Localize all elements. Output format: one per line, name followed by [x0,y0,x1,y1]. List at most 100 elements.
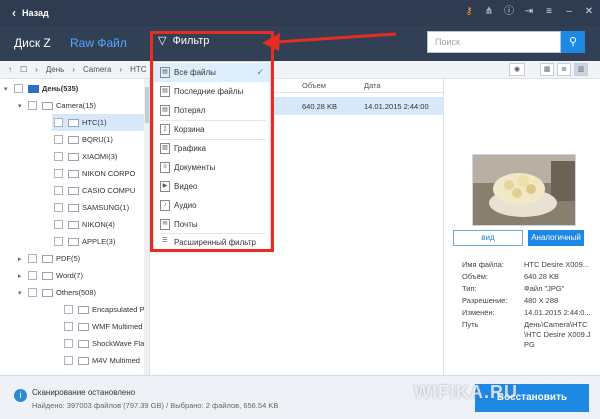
checkbox[interactable] [54,135,63,144]
tree-item-wmf[interactable]: WMF Multimed [62,318,142,335]
checkbox[interactable] [28,101,37,110]
status-details: Найдено: 397003 файлов (797.39 GB) / Выб… [32,401,279,410]
checkbox[interactable] [54,118,63,127]
checkbox[interactable] [54,237,63,246]
table-row[interactable]: 640.28 KB 14.01.2015 2:44:00 [274,97,443,115]
checkbox[interactable] [64,356,73,365]
expand-icon[interactable]: ▾ [18,289,26,297]
filter-item-label: Видео [174,182,198,191]
tree-item-m4v[interactable]: M4V Multimed [62,352,140,369]
tree-pdf[interactable]: ▸ PDF(5) [18,250,80,267]
grid-view-icon[interactable]: ▦ [540,63,554,76]
folder-icon [78,339,89,348]
filter-lost[interactable]: ▤ Потерял [154,101,270,120]
info-label: Тип: [462,284,477,293]
tree-camera[interactable]: ▾ Camera(15) [18,97,96,114]
back-label: Назад [22,8,49,18]
folder-icon [68,237,79,246]
breadcrumb-htc[interactable]: HTC [130,65,146,74]
tree-word[interactable]: ▸ Word(7) [18,267,83,284]
filter-item-label: Потерял [174,106,206,115]
info-value: День\Camera\HTC\HTC Desire X009.JPG [524,320,591,349]
checkbox[interactable] [28,254,37,263]
filter-item-label: Расширенный фильтр [174,238,256,247]
filter-graphics[interactable]: ▨ Графика [154,139,270,158]
tree-item-casio[interactable]: CASIO COMPU [52,182,135,199]
tree-label: ShockWave Fla [92,339,145,348]
filter-item-label: Последние файлы [174,87,244,96]
checkbox[interactable] [64,322,73,331]
tree-item-nikon[interactable]: NIKON(4) [52,216,115,233]
similar-button[interactable]: Аналогичный [528,230,584,246]
checkbox[interactable] [54,186,63,195]
tree-label: CASIO COMPU [82,186,136,195]
tab-raw-file[interactable]: Raw Файл [70,36,127,50]
scroll-thumb[interactable] [145,87,149,123]
list-header: Объем Дата [274,79,443,93]
share-icon[interactable]: ⋔ [482,4,496,20]
others-icon [42,288,53,297]
expand-icon[interactable]: ▸ [18,255,26,263]
expand-icon[interactable]: ▸ [18,272,26,280]
filter-all-files[interactable]: ▤ Все файлы ✓ [154,63,270,82]
checkbox[interactable] [28,288,37,297]
filter-video[interactable]: ▶ Видео [154,177,270,196]
info-icon[interactable]: ⓘ [502,4,516,20]
tree-item-nikon-corpo[interactable]: NIKON CORPO [52,165,135,182]
checkbox[interactable] [54,220,63,229]
col-size[interactable]: Объем [302,81,326,90]
col-date[interactable]: Дата [364,81,381,90]
tree-item-xiaomi[interactable]: XIAOMI(3) [52,148,117,165]
search-button[interactable]: ⚲ [561,31,585,53]
menu-icon[interactable]: ≡ [542,4,556,20]
tree-item-samsung[interactable]: SAMSUNG(1) [52,199,129,216]
tree-label: Others(508) [56,288,97,297]
tree-root[interactable]: ▾ День(535) [4,80,78,97]
tree-label: BQRU(1) [82,135,113,144]
tree-label: M4V Multimed [92,356,140,365]
filter-mail[interactable]: ✉ Почты [154,215,270,234]
tab-disk-z[interactable]: Диск Z [14,36,51,50]
tree-item-shockwave[interactable]: ShockWave Fla [62,335,144,352]
files-icon: ▤ [160,67,170,78]
folder-icon: ☐ [20,65,28,74]
back-button[interactable]: ‹ Назад [12,6,49,20]
expand-icon[interactable]: ▾ [18,102,26,110]
tree-label: WMF Multimed [92,322,143,331]
detail-view-icon[interactable]: ▥ [574,63,588,76]
breadcrumb-day[interactable]: День [46,65,64,74]
checkbox[interactable] [54,152,63,161]
checkbox[interactable] [14,84,23,93]
filter-recent-files[interactable]: ▤ Последние файлы [154,82,270,101]
tree-item-htc[interactable]: HTC(1) [52,114,144,131]
list-view-icon[interactable]: ≣ [557,63,571,76]
view-button[interactable]: вид [453,230,523,246]
expand-icon[interactable]: ▾ [4,85,12,93]
close-icon[interactable]: ✕ [582,4,596,20]
eye-icon[interactable]: ◉ [509,63,525,76]
minimize-icon[interactable]: – [562,4,576,20]
tree-item-encapsulated[interactable]: Encapsulated P [62,301,145,318]
tree-item-apple[interactable]: APPLE(3) [52,233,115,250]
checkbox[interactable] [64,305,73,314]
pdf-icon [42,254,53,263]
filter-advanced[interactable]: ☰ Расширенный фильтр [154,233,270,252]
checkbox[interactable] [54,169,63,178]
arrow-up-icon[interactable]: ↑ [8,65,12,74]
login-icon[interactable]: ⇥ [522,4,536,20]
filter-audio[interactable]: ♪ Аудио [154,196,270,215]
filter-trash[interactable]: ▯ Корзина [154,120,270,139]
filter-documents[interactable]: ≡ Документы [154,158,270,177]
tree-item-bqru[interactable]: BQRU(1) [52,131,113,148]
breadcrumb-camera[interactable]: Camera [83,65,111,74]
key-icon[interactable]: ⚷ [462,4,476,20]
tree-others[interactable]: ▾ Others(508) [18,284,96,301]
checkbox[interactable] [28,271,37,280]
audio-icon: ♪ [160,200,170,211]
search-input[interactable]: Поиск [427,31,561,53]
filter-dropdown: ▤ Все файлы ✓ ▤ Последние файлы ▤ Потеря… [153,61,271,250]
filter-button[interactable]: ▽ Фильтр [158,34,209,48]
tree-label: HTC(1) [82,118,107,127]
checkbox[interactable] [64,339,73,348]
checkbox[interactable] [54,203,63,212]
